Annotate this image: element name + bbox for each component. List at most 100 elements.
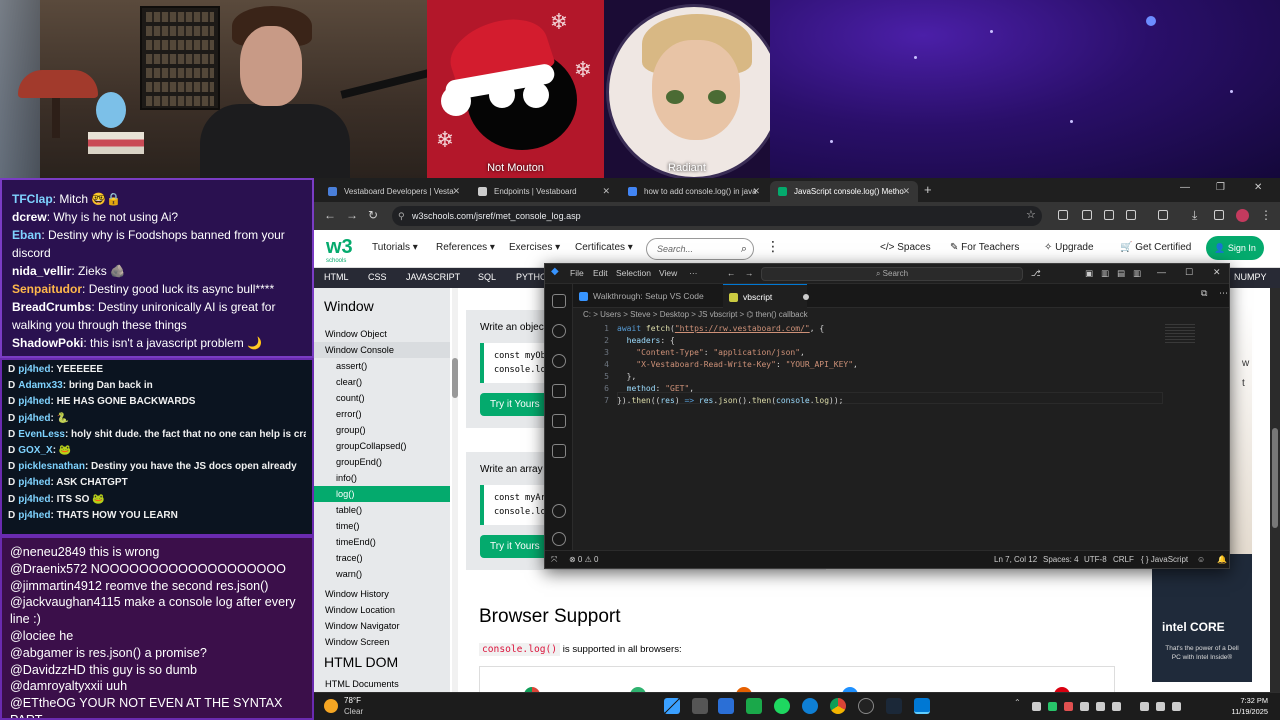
code-editor[interactable]: 1 await fetch("https://rw.vestaboard.com/… — [573, 322, 1229, 550]
chat-username[interactable]: @lociee — [10, 629, 56, 643]
topic-css[interactable]: CSS — [368, 272, 387, 282]
w3-search-input[interactable]: Search... ⌕ — [646, 238, 754, 260]
language-mode[interactable]: { } JavaScript — [1141, 552, 1188, 568]
close-icon[interactable]: ✕ — [1213, 267, 1221, 278]
forward-icon[interactable]: → — [346, 208, 358, 222]
github-icon[interactable] — [858, 698, 874, 714]
tab-vbscript[interactable]: vbscript — [723, 284, 809, 308]
w3schools-logo[interactable]: w3 schools — [326, 236, 353, 264]
more-options-icon[interactable]: ⋮ — [766, 238, 780, 255]
search-icon[interactable] — [552, 324, 566, 338]
sidebar-item[interactable]: warn() — [314, 566, 450, 582]
reload-icon[interactable]: ↻ — [368, 208, 378, 222]
sidebar-item[interactable]: Window Object — [314, 326, 450, 342]
browser-tab-4-active[interactable]: JavaScript console.log() Metho ✕ — [770, 181, 918, 202]
nav-back-icon[interactable]: ← — [727, 268, 736, 278]
sidebar-item[interactable]: error() — [314, 406, 450, 422]
extensions-puzzle-icon[interactable] — [1126, 210, 1136, 220]
panel-left-icon[interactable]: ▥ — [1101, 268, 1109, 279]
sidebar-item[interactable]: log() — [314, 486, 450, 502]
chat-username[interactable]: pj4hed — [18, 510, 50, 521]
chat-username[interactable]: ShadowPoki — [12, 336, 83, 350]
unsaved-dot-icon[interactable] — [802, 294, 809, 300]
extensions-icon[interactable] — [552, 414, 566, 428]
new-tab-button[interactable]: + — [924, 181, 932, 199]
remote-indicator-icon[interactable]: ⤧ — [551, 552, 557, 568]
menu-exercises[interactable]: Exercises ▾ — [509, 242, 560, 253]
task-view-icon[interactable] — [692, 698, 708, 714]
menu-for-teachers[interactable]: ✎ For Teachers — [950, 242, 1019, 253]
code-line[interactable]: headers: { — [617, 336, 675, 345]
minimize-icon[interactable]: — — [1180, 182, 1190, 193]
try-it-yourself-button[interactable]: Try it Yours — [480, 393, 550, 416]
xbox-icon[interactable] — [746, 698, 762, 714]
sidebar-item-html-documents[interactable]: HTML Documents — [314, 676, 450, 692]
chat-username[interactable]: Adamx33 — [18, 380, 62, 391]
remote-icon[interactable] — [552, 444, 566, 458]
page-scrollbar[interactable] — [1270, 288, 1280, 692]
chat-username[interactable]: @jackvaughan4115 — [10, 595, 121, 609]
tab-close-icon[interactable]: ✕ — [902, 181, 910, 202]
sidebar-item[interactable]: info() — [314, 470, 450, 486]
chat-username[interactable]: @damroyaltyxxii — [10, 679, 103, 693]
panel-bottom-icon[interactable]: ▤ — [1117, 268, 1125, 279]
chat-username[interactable]: dcrew — [12, 210, 47, 224]
copilot-icon[interactable]: ⎇ — [1031, 268, 1041, 279]
chat-username[interactable]: BreadCrumbs — [12, 300, 91, 314]
download-icon[interactable]: ⤓ — [1192, 208, 1197, 223]
chat-username[interactable]: @neneu2849 — [10, 545, 86, 559]
breadcrumb[interactable]: C: > Users > Steve > Desktop > JS vbscri… — [573, 308, 1229, 322]
widget-app-icon[interactable] — [718, 698, 734, 714]
problems-indicator[interactable]: ⊗ 0 ⚠ 0 — [569, 552, 598, 568]
split-editor-icon[interactable]: ⧉ — [1201, 288, 1207, 299]
extension-icon[interactable] — [1104, 210, 1114, 220]
start-menu-icon[interactable] — [664, 698, 680, 714]
chrome-icon[interactable] — [830, 698, 846, 714]
chat-username[interactable]: pj4hed — [18, 494, 50, 505]
topic-sql[interactable]: SQL — [478, 272, 496, 282]
tray-app-icon[interactable] — [1032, 702, 1041, 711]
profile-avatar[interactable] — [1236, 209, 1249, 222]
indentation[interactable]: Spaces: 4 — [1043, 552, 1079, 568]
copilot-status-icon[interactable]: ☺ — [1197, 552, 1205, 568]
system-clock[interactable]: 7:32 PM 11/19/2025 — [1232, 695, 1268, 717]
steam-icon[interactable] — [886, 698, 902, 714]
tray-app-icon[interactable] — [1080, 702, 1089, 711]
code-line[interactable]: "Content-Type": "application/json", — [617, 348, 805, 357]
chat-username[interactable]: @jimmartin4912 — [10, 579, 102, 593]
menu-view[interactable]: View — [659, 268, 677, 278]
menu-get-certified[interactable]: 🛒 Get Certified — [1120, 242, 1191, 253]
source-control-icon[interactable] — [552, 354, 566, 368]
topic-numpy[interactable]: NUMPY — [1234, 272, 1267, 282]
menu-file[interactable]: File — [570, 268, 584, 278]
menu-more[interactable]: ··· — [689, 268, 698, 278]
sidebar-item[interactable]: trace() — [314, 550, 450, 566]
chat-username[interactable]: @abgamer — [10, 646, 73, 660]
tab-search-icon[interactable] — [1158, 210, 1168, 220]
menu-references[interactable]: References ▾ — [436, 242, 495, 253]
explorer-icon[interactable] — [552, 294, 566, 308]
chat-username[interactable]: picklesnathan — [18, 461, 85, 472]
wifi-icon[interactable] — [1140, 702, 1149, 711]
command-center-search[interactable]: ⌕ Search — [761, 267, 1023, 281]
tab-close-icon[interactable]: ✕ — [602, 181, 610, 202]
code-line[interactable]: "X-Vestaboard-Read-Write-Key": "YOUR_API… — [617, 360, 858, 369]
tab-walkthrough[interactable]: Walkthrough: Setup VS Code — [573, 284, 723, 308]
panel-right-icon[interactable]: ▥ — [1133, 268, 1141, 279]
run-debug-icon[interactable] — [552, 384, 566, 398]
chat-username[interactable]: @Draenix572 — [10, 562, 87, 576]
code-line[interactable]: method: "GET", — [617, 384, 694, 393]
weather-widget[interactable]: 78°F Clear — [324, 695, 384, 719]
tray-app-icon[interactable] — [1096, 702, 1105, 711]
line-endings[interactable]: CRLF — [1113, 552, 1134, 568]
try-it-yourself-button[interactable]: Try it Yours — [480, 535, 550, 558]
sidebar-item[interactable]: groupEnd() — [314, 454, 450, 470]
code-line[interactable]: await fetch("https://rw.vestaboard.com/"… — [617, 324, 824, 333]
chat-username[interactable]: @ETtheOG — [10, 696, 76, 710]
site-info-icon[interactable]: ⚲ — [398, 206, 405, 226]
tray-app-icon[interactable] — [1112, 702, 1121, 711]
code-line[interactable]: }, — [617, 372, 637, 381]
tray-app-icon[interactable] — [1048, 702, 1057, 711]
browser-tab-1[interactable]: Vestaboard Developers | Vesta ✕ — [320, 181, 468, 202]
spotify-icon[interactable] — [774, 698, 790, 714]
